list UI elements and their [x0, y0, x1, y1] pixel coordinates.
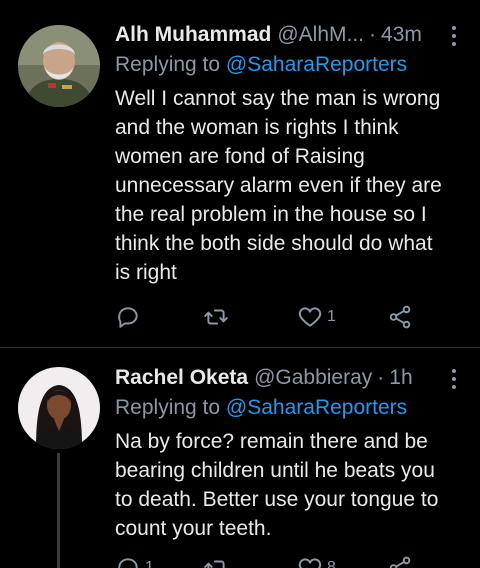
thread-connector: [57, 453, 60, 568]
heart-icon: [298, 307, 322, 327]
tweet-text-line: Well I cannot say the man is wrong: [115, 87, 441, 110]
timestamp[interactable]: 43m: [381, 20, 422, 50]
retweet-button[interactable]: [203, 555, 233, 568]
share-button[interactable]: [387, 555, 413, 568]
avatar[interactable]: [18, 367, 100, 449]
tweet-text-line: the real problem in the house so I: [115, 203, 427, 226]
separator-dot: ·: [369, 23, 377, 46]
tweet-text-line: and the woman is rights I think: [115, 116, 399, 139]
tweet-text-line: is right: [115, 261, 177, 284]
heart-icon: [298, 558, 322, 568]
like-count: 8: [327, 559, 336, 568]
tweet-text-line: to death. Better use your tongue to: [115, 488, 439, 511]
retweet-icon: [204, 309, 228, 325]
mention-link[interactable]: @SaharaReporters: [226, 396, 407, 419]
mention-link[interactable]: @SaharaReporters: [226, 53, 407, 76]
like-count: 1: [327, 308, 336, 325]
comment-bubble-icon: [118, 558, 138, 568]
reply-count: 1: [145, 559, 154, 568]
tweet-actions: 1 8: [115, 553, 435, 568]
separator-dot: ·: [377, 366, 385, 389]
replying-to-label: Replying to: [115, 53, 226, 76]
tweet-actions: 1: [115, 302, 435, 332]
more-vertical-icon[interactable]: [450, 26, 458, 46]
tweet-text-line: count your teeth.: [115, 517, 272, 540]
tweet-content: Rachel Oketa @Gabbieray · 1h Replying to…: [115, 363, 450, 543]
tweet-header: Alh Muhammad @AlhM... · 43m: [115, 20, 450, 50]
timestamp[interactable]: 1h: [389, 363, 412, 393]
share-button[interactable]: [387, 304, 413, 330]
tweet-text-line: Na by force? remain there and be: [115, 430, 428, 453]
replying-to-label: Replying to: [115, 396, 226, 419]
share-icon: [389, 556, 411, 568]
more-vertical-icon[interactable]: [450, 369, 458, 389]
reply-button[interactable]: 1: [115, 555, 154, 568]
user-handle[interactable]: @Gabbieray: [254, 363, 372, 393]
tweet-text-line: bearing children until he beats you: [115, 459, 435, 482]
tweet-rachel-oketa[interactable]: Rachel Oketa @Gabbieray · 1h Replying to…: [0, 349, 480, 568]
replying-to: Replying to @SaharaReporters: [115, 50, 450, 80]
tweet-content: Alh Muhammad @AlhM... · 43m Replying to …: [115, 20, 450, 287]
avatar-image: [18, 367, 100, 449]
user-handle[interactable]: @AlhM...: [277, 20, 364, 50]
comment-bubble-icon: [118, 307, 138, 328]
avatar[interactable]: [18, 25, 100, 107]
tweet-text-line: think the both side should do what: [115, 232, 433, 255]
avatar-image: [18, 25, 100, 107]
display-name[interactable]: Rachel Oketa: [115, 363, 248, 393]
tweet-header: Rachel Oketa @Gabbieray · 1h: [115, 363, 450, 393]
retweet-button[interactable]: [203, 304, 233, 330]
retweet-icon: [204, 560, 225, 568]
tweet-text-line: unnecessary alarm even if they are: [115, 174, 442, 197]
display-name[interactable]: Alh Muhammad: [115, 20, 271, 50]
reply-button[interactable]: [115, 304, 145, 330]
tweet-text: Well I cannot say the man is wrong and t…: [115, 84, 450, 287]
share-icon: [389, 305, 411, 329]
like-button[interactable]: 8: [297, 555, 336, 568]
tweet-alh-muhammad[interactable]: Alh Muhammad @AlhM... · 43m Replying to …: [0, 0, 480, 348]
tweet-text-line: women are fond of Raising: [115, 145, 365, 168]
replying-to: Replying to @SaharaReporters: [115, 393, 450, 423]
like-button[interactable]: 1: [297, 304, 336, 330]
tweet-text: Na by force? remain there and be bearing…: [115, 427, 450, 543]
